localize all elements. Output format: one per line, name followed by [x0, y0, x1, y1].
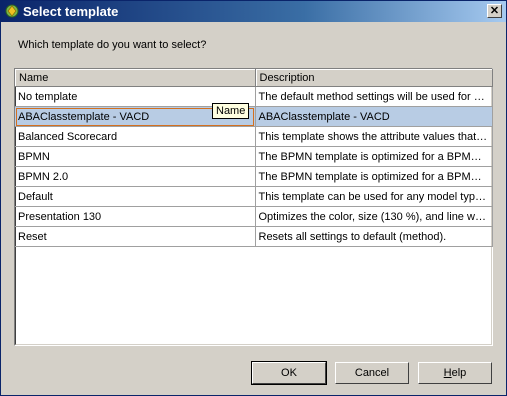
- table-row[interactable]: Default This template can be used for an…: [15, 186, 493, 207]
- help-label-rest: elp: [451, 367, 467, 379]
- dialog-window: Select template ✕ Which template do you …: [0, 0, 507, 396]
- row-description[interactable]: Optimizes the color, size (130 %), and l…: [255, 206, 493, 227]
- column-header-name[interactable]: Name: [15, 69, 256, 87]
- table-row[interactable]: Presentation 130 Optimizes the color, si…: [15, 206, 493, 227]
- column-header-description[interactable]: Description: [255, 69, 493, 87]
- row-description[interactable]: The BPMN template is optimized for a BPM…: [255, 146, 493, 167]
- row-description[interactable]: ABAClasstemplate - VACD: [255, 106, 493, 127]
- cancel-button[interactable]: Cancel: [335, 362, 409, 384]
- table-row[interactable]: No template The default method settings …: [15, 86, 493, 107]
- row-description[interactable]: This template can be used for any model …: [255, 186, 493, 207]
- prompt-text: Which template do you want to select?: [18, 39, 207, 51]
- table-row[interactable]: BPMN 2.0 The BPMN template is optimized …: [15, 166, 493, 187]
- close-icon: ✕: [489, 5, 500, 17]
- ok-button[interactable]: OK: [251, 361, 327, 385]
- row-name[interactable]: Balanced Scorecard: [15, 126, 256, 147]
- table-row-selected[interactable]: ABAClasstemplate - VACD ABAClasstemplate…: [15, 106, 493, 127]
- template-grid: Name Description No template The default…: [15, 69, 493, 247]
- row-name[interactable]: BPMN: [15, 146, 256, 167]
- row-description[interactable]: This template shows the attribute values…: [255, 126, 493, 147]
- help-button[interactable]: Help: [418, 362, 492, 384]
- table-row[interactable]: BPMN The BPMN template is optimized for …: [15, 146, 493, 167]
- row-name[interactable]: Default: [15, 186, 256, 207]
- table-row[interactable]: Reset Resets all settings to default (me…: [15, 226, 493, 247]
- app-logo-icon: [5, 4, 19, 18]
- row-description[interactable]: The default method settings will be used…: [255, 86, 493, 107]
- close-button[interactable]: ✕: [487, 4, 502, 18]
- table-header: Name Description: [15, 69, 493, 87]
- row-name[interactable]: Presentation 130: [15, 206, 256, 227]
- table-row[interactable]: Balanced Scorecard This template shows t…: [15, 126, 493, 147]
- help-mnemonic: H: [443, 367, 452, 379]
- row-name[interactable]: Reset: [15, 226, 256, 247]
- title-bar: Select template ✕: [1, 1, 506, 22]
- row-description[interactable]: The BPMN template is optimized for a BPM…: [255, 166, 493, 187]
- template-table: Name Description No template The default…: [14, 68, 493, 346]
- tooltip: Name: [212, 103, 250, 119]
- window-title: Select template: [23, 4, 119, 19]
- row-description[interactable]: Resets all settings to default (method).: [255, 226, 493, 247]
- row-name[interactable]: BPMN 2.0: [15, 166, 256, 187]
